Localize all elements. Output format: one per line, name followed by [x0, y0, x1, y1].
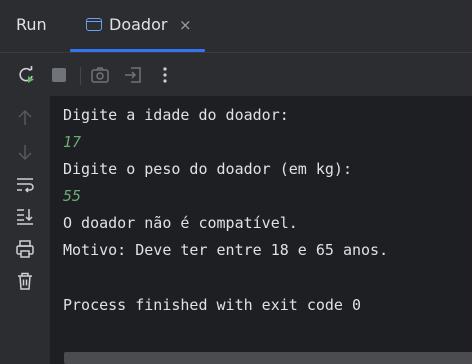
- rerun-icon: [19, 66, 34, 83]
- console-line: Process finished with exit code 0: [63, 296, 362, 314]
- printer-icon: [16, 240, 34, 258]
- panel-title: Run: [16, 15, 47, 34]
- arrow-down-icon: [18, 145, 32, 161]
- horizontal-scrollbar[interactable]: [64, 352, 472, 364]
- print-button[interactable]: [13, 237, 37, 261]
- exit-button[interactable]: [121, 63, 145, 87]
- console-line: Digite a idade do doador:: [63, 106, 289, 124]
- scroll-to-end-icon: [17, 209, 33, 225]
- soft-wrap-button[interactable]: [13, 172, 37, 196]
- more-button[interactable]: [153, 63, 177, 87]
- console-window-icon: [86, 18, 102, 31]
- exit-icon: [125, 67, 141, 83]
- screenshot-button[interactable]: [88, 63, 112, 87]
- stop-button[interactable]: [47, 63, 71, 87]
- scroll-to-end-button[interactable]: [13, 204, 37, 228]
- console-line: O doador não é compatível.: [63, 214, 298, 232]
- toolbar-separator: [80, 67, 81, 85]
- soft-wrap-icon: [17, 178, 34, 193]
- trash-icon: [18, 272, 32, 290]
- console-sidebar: [0, 96, 50, 364]
- run-toolbar: [0, 52, 472, 97]
- stop-icon: [52, 68, 66, 82]
- rerun-button[interactable]: [14, 63, 38, 87]
- tab-doador[interactable]: Doador ×: [70, 0, 205, 52]
- arrow-up-icon: [18, 109, 32, 125]
- tab-close-button[interactable]: ×: [179, 16, 192, 34]
- tab-label: Doador: [109, 15, 168, 34]
- console-line: Digite o peso do doador (em kg):: [63, 160, 352, 178]
- console-input-line: 17: [63, 133, 82, 151]
- more-vertical-icon: [163, 67, 167, 83]
- console-output[interactable]: Digite a idade do doador: 17 Digite o pe…: [50, 96, 472, 364]
- down-button[interactable]: [13, 140, 37, 164]
- camera-icon: [91, 67, 109, 83]
- run-panel-header: Run Doador ×: [0, 0, 472, 52]
- console-line: Motivo: Deve ter entre 18 e 65 anos.: [63, 241, 389, 259]
- console-input-line: 55: [63, 187, 82, 205]
- clear-button[interactable]: [13, 269, 37, 293]
- up-button[interactable]: [13, 106, 37, 130]
